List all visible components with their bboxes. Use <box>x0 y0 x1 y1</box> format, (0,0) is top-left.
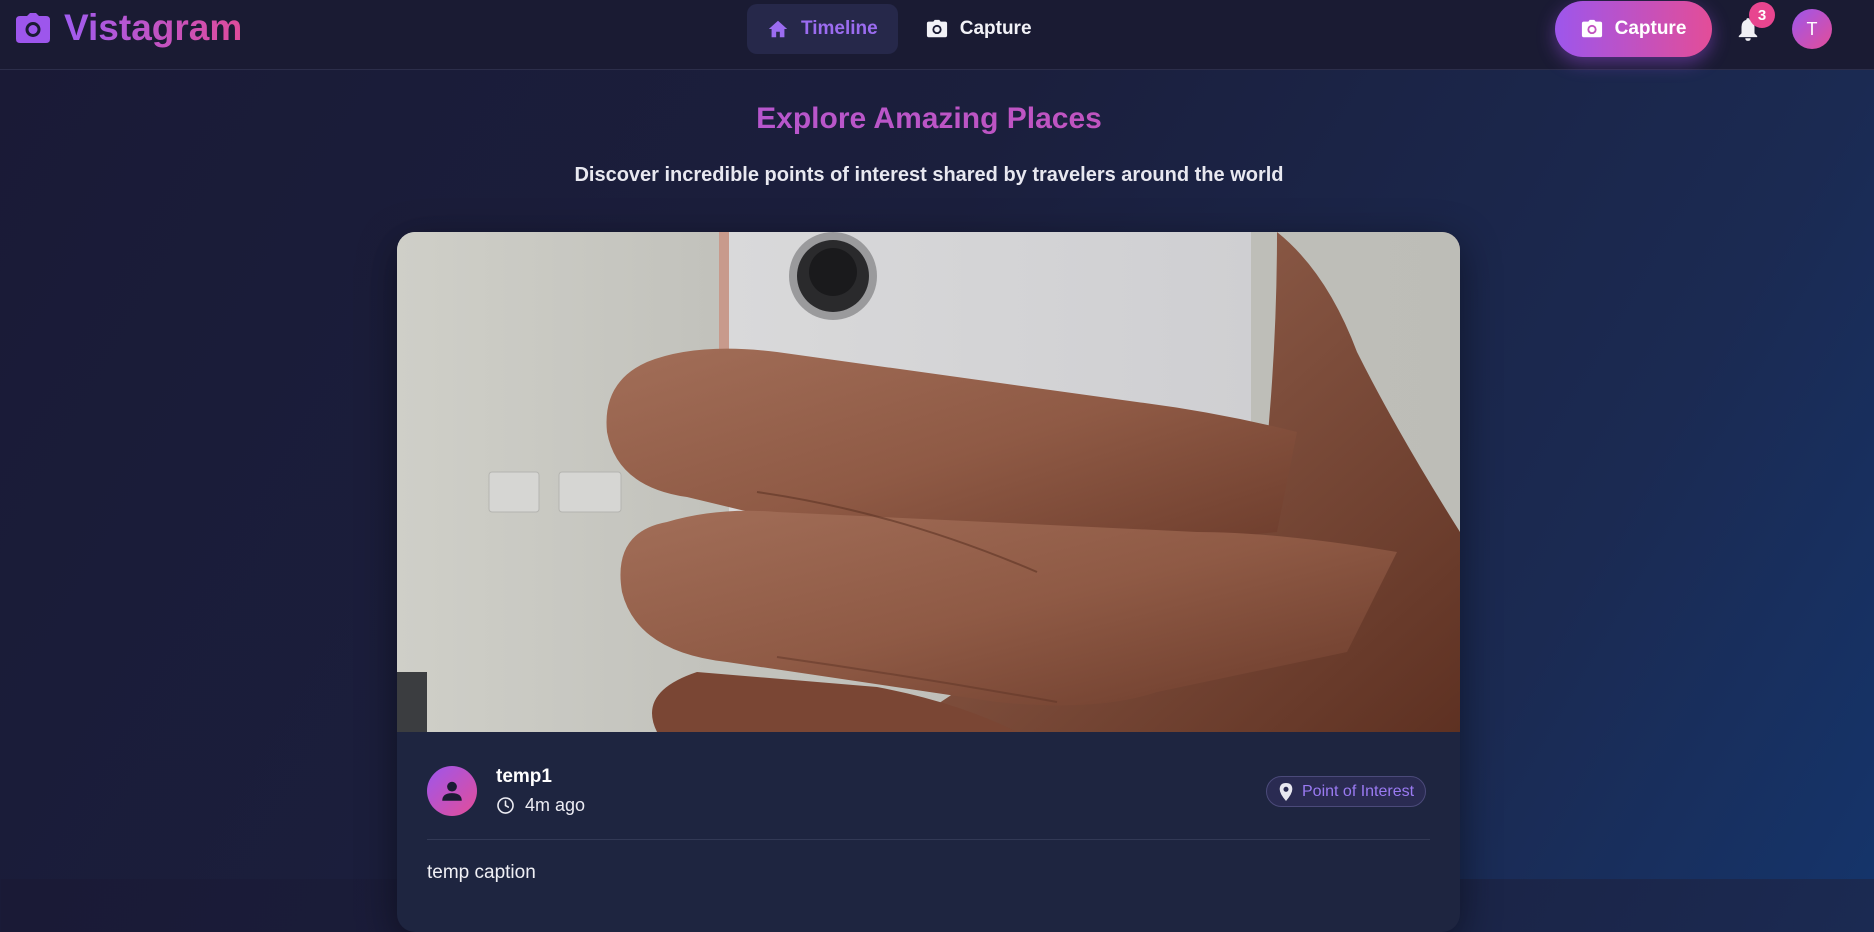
page-subtitle: Discover incredible points of interest s… <box>574 164 1284 186</box>
main-nav: Timeline Capture <box>747 4 1052 54</box>
home-icon <box>768 20 788 38</box>
nav-capture-label: Capture <box>959 18 1032 39</box>
brand-logo[interactable]: Vistagram <box>16 8 242 48</box>
post-card: temp1 4m ago Point of Interest temp capt… <box>397 232 1460 932</box>
camera-icon <box>16 13 50 43</box>
notification-badge: 3 <box>1749 2 1775 28</box>
location-tag-label: Point of Interest <box>1302 782 1415 800</box>
post-timestamp: 4m ago <box>496 795 585 816</box>
capture-button[interactable]: Capture <box>1555 1 1712 57</box>
author-name[interactable]: temp1 <box>496 766 552 788</box>
time-ago: 4m ago <box>525 795 586 815</box>
divider <box>427 839 1430 840</box>
nav-timeline[interactable]: Timeline <box>747 4 898 54</box>
camera-icon <box>926 19 947 38</box>
page-title: Explore Amazing Places <box>0 102 1858 136</box>
post-image[interactable] <box>397 232 1460 732</box>
user-avatar[interactable]: T <box>1792 9 1832 49</box>
top-navigation-bar: Vistagram Timeline Capture Capture 3 T <box>0 0 1874 70</box>
author-avatar[interactable] <box>427 766 477 816</box>
capture-button-label: Capture <box>1614 18 1687 39</box>
map-pin-icon <box>1279 782 1293 801</box>
brand-name: Vistagram <box>64 7 243 48</box>
clock-icon <box>497 797 514 814</box>
camera-icon <box>1581 19 1602 38</box>
post-photo <box>397 232 1460 732</box>
person-icon <box>442 781 462 801</box>
post-caption: temp caption <box>427 862 536 883</box>
nav-capture[interactable]: Capture <box>906 4 1052 54</box>
location-tag[interactable]: Point of Interest <box>1266 776 1427 807</box>
nav-timeline-label: Timeline <box>801 18 878 39</box>
